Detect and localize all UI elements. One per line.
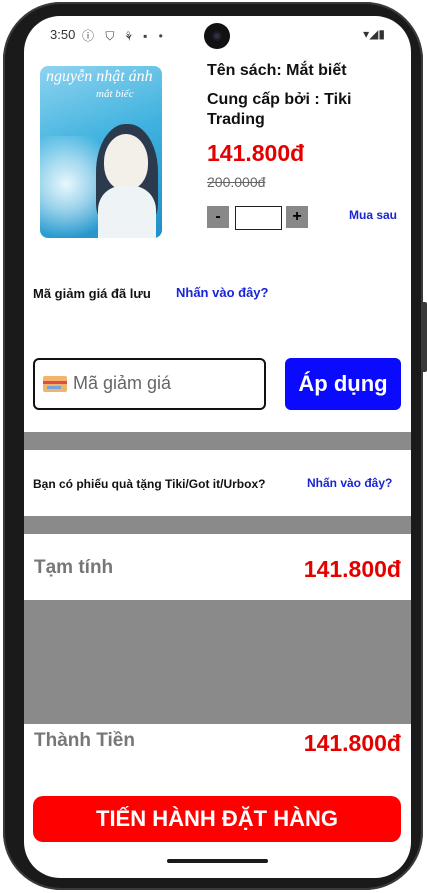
cover-title: mắt biếc: [96, 88, 134, 100]
front-camera-icon: [204, 23, 230, 49]
subtotal-label: Tạm tính: [34, 557, 114, 578]
quantity-input[interactable]: [235, 206, 282, 230]
gift-voucher-label: Bạn có phiếu quà tặng Tiki/Got it/Urbox?: [33, 477, 266, 491]
subtotal-value: 141.800đ: [303, 556, 401, 582]
book-supplier: Cung cấp bởi : Tiki Trading: [207, 91, 352, 128]
coupon-ticket-icon: [43, 376, 67, 392]
save-for-later-link[interactable]: Mua sau: [349, 208, 397, 222]
book-name: Tên sách: Mắt biết: [207, 62, 347, 79]
status-time: 3:50: [50, 27, 76, 42]
phone-side-button: [423, 302, 427, 372]
screen: 3:50 ⓘ ⛉ ⚘ ▪ • ▾◢▮ nguyễn nhật ánh mắt b…: [24, 16, 411, 878]
phone-frame: 3:50 ⓘ ⛉ ⚘ ▪ • ▾◢▮ nguyễn nhật ánh mắt b…: [3, 2, 427, 890]
cover-author: nguyễn nhật ánh: [46, 68, 153, 85]
quantity-increase-button[interactable]: +: [286, 206, 308, 228]
book-cover-image: nguyễn nhật ánh mắt biếc: [40, 66, 162, 238]
checkout-button[interactable]: TIẾN HÀNH ĐẶT HÀNG: [33, 796, 401, 842]
total-value: 141.800đ: [303, 730, 401, 756]
saved-coupon-label: Mã giảm giá đã lưu: [33, 286, 151, 301]
saved-coupon-link[interactable]: Nhấn vào đây?: [176, 285, 268, 300]
total-label: Thành Tiền: [34, 730, 135, 751]
cover-face: [104, 134, 148, 190]
status-signal-battery-icons: ▾◢▮: [363, 27, 385, 41]
gift-voucher-link[interactable]: Nhấn vào đây?: [307, 476, 392, 490]
book-price: 141.800đ: [207, 140, 305, 166]
coupon-field[interactable]: [33, 358, 266, 410]
status-bar: 3:50 ⓘ ⛉ ⚘ ▪ • ▾◢▮: [24, 16, 411, 56]
coupon-input[interactable]: [73, 373, 253, 394]
status-notification-icons: ⓘ ⛉ ⚘ ▪ •: [82, 29, 167, 43]
cover-body: [98, 186, 156, 238]
quantity-decrease-button[interactable]: -: [207, 206, 229, 228]
section-divider: [24, 516, 411, 534]
apply-coupon-button[interactable]: Áp dụng: [285, 358, 401, 410]
section-divider: [24, 600, 411, 724]
book-old-price: 200.000đ: [207, 174, 266, 190]
home-indicator[interactable]: [167, 859, 268, 863]
section-divider: [24, 432, 411, 450]
